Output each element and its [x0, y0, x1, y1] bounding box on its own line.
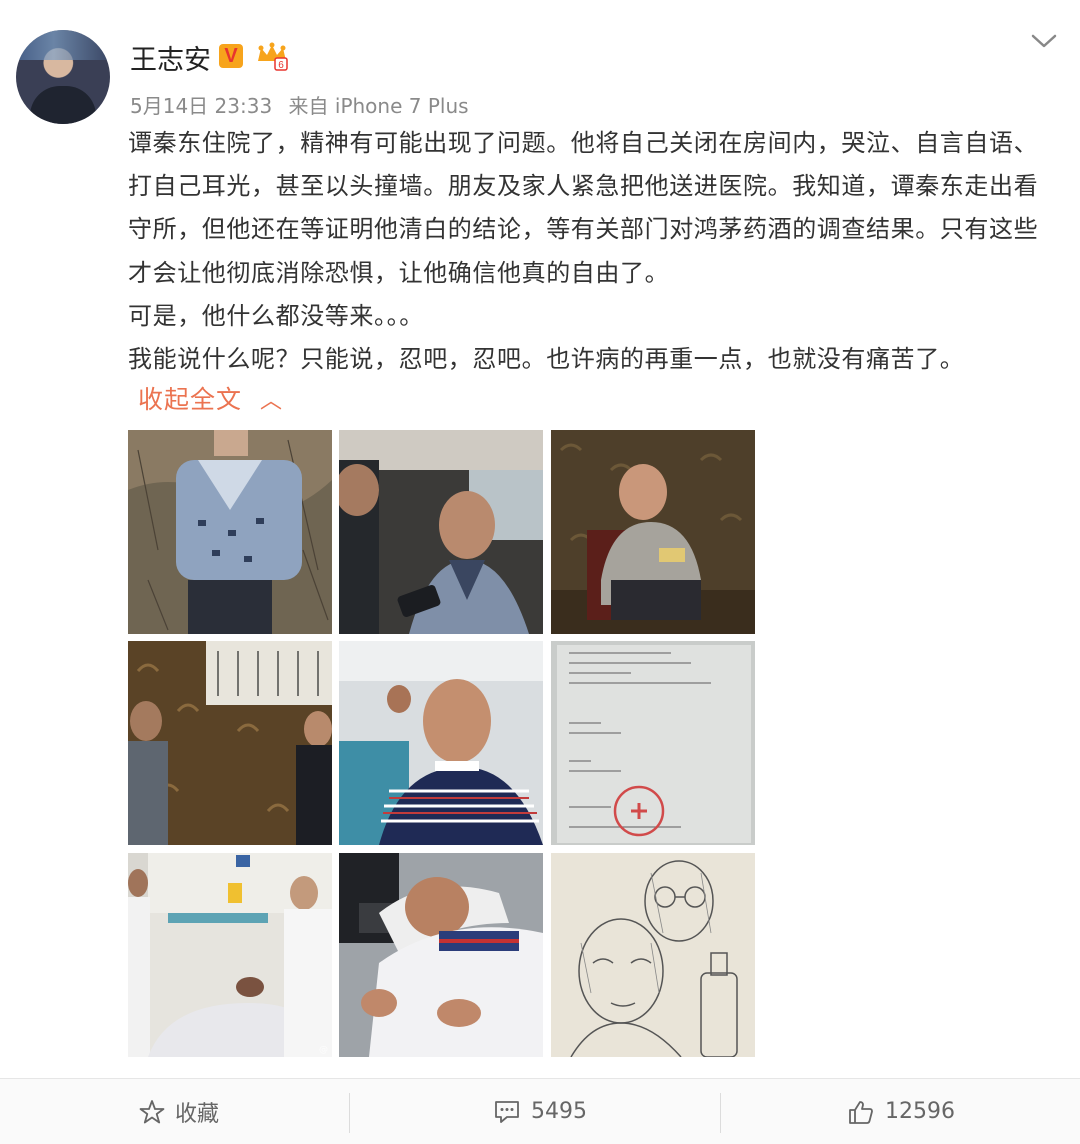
thumbs-up-icon — [849, 1100, 873, 1124]
verified-badge-icon: V — [219, 44, 243, 68]
collapse-text-link[interactable]: 收起全文 ︿ — [138, 380, 283, 416]
post-photo-man-in-waiting-hall[interactable] — [339, 641, 543, 845]
weibo-post: 王志安 V 6 5月14日 23:33 来自 iPhone 7 Plus 谭秦东… — [0, 0, 1080, 1144]
post-photo-pencil-sketch-portrait[interactable] — [551, 853, 755, 1057]
photo-watermark: @ — [319, 1045, 328, 1055]
comment-count: 5495 — [531, 1099, 587, 1124]
post-photo-medical-document[interactable] — [551, 641, 755, 845]
post-meta: 5月14日 23:33 来自 iPhone 7 Plus — [130, 90, 479, 119]
post-photo-man-in-hospital-bed[interactable] — [339, 853, 543, 1057]
post-paragraph: 我能说什么呢？只能说，忍吧，忍吧。也许病的再重一点，也就没有痛苦了。 — [128, 345, 965, 374]
post-source: 来自 iPhone 7 Plus — [288, 94, 469, 118]
member-crown-icon: 6 — [258, 42, 288, 71]
like-count: 12596 — [885, 1099, 955, 1124]
divider — [720, 1093, 721, 1133]
avatar[interactable] — [16, 30, 110, 124]
action-bar: 收藏 5495 12596 — [0, 1078, 1080, 1144]
post-photo-hospital-ward[interactable]: @ — [128, 853, 332, 1057]
post-paragraph: 可是，他什么都没等来。。。 — [128, 301, 424, 330]
image-grid: @ — [128, 430, 755, 1057]
divider — [349, 1093, 350, 1133]
author-name[interactable]: 王志安 — [130, 38, 211, 77]
favorite-button[interactable]: 收藏 — [0, 1079, 358, 1144]
post-photo-man-in-car[interactable] — [339, 430, 543, 634]
chevron-down-icon[interactable] — [1030, 30, 1058, 52]
comment-icon — [495, 1100, 519, 1123]
collapse-label: 收起全文 — [138, 385, 243, 414]
svg-text:6: 6 — [278, 60, 284, 71]
post-paragraph: 谭秦东住院了，精神有可能出现了问题。他将自己关闭在房间内，哭泣、自言自语、打自己… — [128, 129, 1039, 287]
post-photo-man-seated-eating[interactable] — [551, 430, 755, 634]
like-button[interactable]: 12596 — [722, 1079, 1080, 1144]
star-icon — [139, 1099, 165, 1123]
chevron-up-icon: ︿ — [260, 389, 284, 414]
post-photo-interview-room[interactable] — [128, 641, 332, 845]
comment-button[interactable]: 5495 — [361, 1079, 719, 1144]
post-body: 谭秦东住院了，精神有可能出现了问题。他将自己关闭在房间内，哭泣、自言自语、打自己… — [128, 122, 1048, 381]
post-photo-man-in-sweater-outdoors[interactable] — [128, 430, 332, 634]
post-timestamp: 5月14日 23:33 — [130, 94, 273, 118]
favorite-label: 收藏 — [174, 1101, 219, 1127]
